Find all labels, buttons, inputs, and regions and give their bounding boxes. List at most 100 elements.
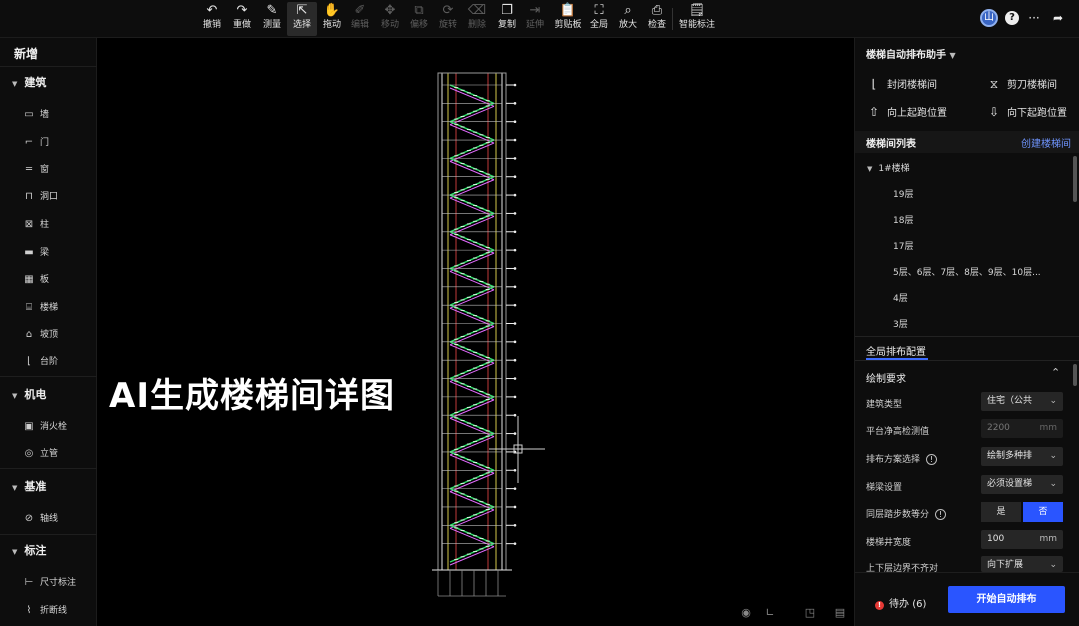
right-panel: 楼梯自动排布助手 ▼ ⌊ 封闭楼梯间 ⧖ 剪刀楼梯间 ⇧ 向上起跑位置 ⇩ 向下起跑位置… xyxy=(854,38,1079,626)
well-width-input[interactable]: 100 mm xyxy=(981,530,1063,549)
top-toolbar: ↶ 撤销 ↷ 重做 ✎ 测量 ⇱ 选择 ✋ 拖动 ✐ 编辑 ✥ 移动 ⧉ 偏移 ⟳ 旋转 ⌫ 删除 … xyxy=(0,0,1079,38)
assistant-title[interactable]: 楼梯自动排布助手 ▼ xyxy=(866,46,956,61)
chevron-down-icon: ⌄ xyxy=(1049,451,1057,461)
chevron-down-icon: ⌄ xyxy=(1049,396,1057,406)
drawing-canvas[interactable]: AI生成楼梯间详图 ◉ ∟ ◳ ▤ xyxy=(97,38,854,626)
info-icon[interactable]: ! xyxy=(935,509,947,520)
arrow-up-icon: ⇧ xyxy=(868,105,880,119)
tree-floor[interactable]: 19层 xyxy=(893,187,913,200)
tool-riser[interactable]: ◎ 立管 xyxy=(22,446,58,459)
smart-dim-icon: 🗒 xyxy=(688,3,706,18)
misalign-select[interactable]: 向下扩展 ⌄ xyxy=(981,556,1063,572)
ortho-icon[interactable]: ∟ xyxy=(761,606,779,622)
clear-height-input[interactable]: 2200 mm xyxy=(981,419,1063,438)
dimension-icon: ⊢ xyxy=(24,577,34,588)
tree-floor[interactable]: 3层 xyxy=(893,317,908,330)
scissor-stair-button[interactable]: ⧖ 剪刀楼梯间 xyxy=(987,76,1057,92)
tab-global-config[interactable]: 全局排布配置 xyxy=(866,343,926,358)
inspect-icon: ⎙ xyxy=(651,3,663,18)
section-mep[interactable]: ▼ 机电 xyxy=(12,386,46,402)
building-type-select[interactable]: 住宅（公共 ⌄ xyxy=(981,392,1063,411)
divider xyxy=(0,468,97,469)
inspect-button[interactable]: ⎙ 检查 xyxy=(642,2,672,36)
zoom-icon: ⌕ xyxy=(624,3,632,18)
smart-dimension-button[interactable]: 🗒 智能标注 xyxy=(679,2,715,36)
wall-icon: ▭ xyxy=(24,109,34,120)
caret-down-icon: ▼ xyxy=(12,392,18,400)
door-icon: ⌐ xyxy=(24,137,34,148)
equal-steps-no[interactable]: 否 xyxy=(1023,502,1063,522)
scrollbar[interactable] xyxy=(1073,156,1077,202)
stair-icon: ⌸ xyxy=(26,302,32,313)
breakline-icon: ⌇ xyxy=(26,605,32,616)
closed-stair-button[interactable]: ⌊ 封闭楼梯间 xyxy=(867,76,937,91)
tool-beam[interactable]: ▬ 梁 xyxy=(22,245,49,258)
tool-door[interactable]: ⌐ 门 xyxy=(22,135,49,148)
create-stair-link[interactable]: 创建楼梯间 xyxy=(1021,135,1071,150)
info-icon[interactable]: ! xyxy=(926,454,938,465)
down-start-button[interactable]: ⇩ 向下起跑位置 xyxy=(987,104,1067,119)
copy-icon: ❐ xyxy=(501,3,513,18)
tool-breakline[interactable]: ⌇ 折断线 xyxy=(22,603,67,616)
rotate-icon: ⟳ xyxy=(442,3,454,18)
chevron-down-icon: ▼ xyxy=(949,51,956,60)
panel-footer: ! 待办 (6) 开始自动排布 xyxy=(855,572,1079,626)
equal-steps-yes[interactable]: 是 xyxy=(981,502,1021,522)
edit-icon: ✐ xyxy=(354,3,366,18)
chevron-up-icon[interactable]: ⌃ xyxy=(1051,366,1060,379)
caret-down-icon: ▼ xyxy=(12,548,18,556)
tool-column[interactable]: ⊠ 柱 xyxy=(22,217,49,230)
tool-hydrant[interactable]: ▣ 消火栓 xyxy=(22,419,67,432)
section-annotation[interactable]: ▼ 标注 xyxy=(12,542,46,558)
tool-wall[interactable]: ▭ 墙 xyxy=(22,107,49,120)
up-start-button[interactable]: ⇧ 向上起跑位置 xyxy=(867,104,947,119)
trash-icon: ⌫ xyxy=(467,3,487,18)
layer-icon[interactable]: ▤ xyxy=(831,606,849,622)
tool-axis[interactable]: ⊘ 轴线 xyxy=(22,511,58,524)
tool-window[interactable]: ═ 窗 xyxy=(22,162,49,175)
tool-roof[interactable]: ⌂ 坡顶 xyxy=(22,327,58,340)
section-architecture[interactable]: ▼ 建筑 xyxy=(12,74,46,90)
pencil-icon: ✎ xyxy=(266,3,278,18)
toolbar-divider xyxy=(672,8,673,30)
user-avatar[interactable]: 山 xyxy=(980,9,998,27)
tree-floor[interactable]: 5层、6层、7层、8层、9层、10层... xyxy=(893,265,1041,278)
stair-list-header: 楼梯间列表 创建楼梯间 xyxy=(855,131,1079,153)
todo-button[interactable]: ! 待办 (6) xyxy=(875,595,926,610)
panel-title: 新增 xyxy=(14,47,39,61)
scheme-select[interactable]: 绘制多种排 ⌄ xyxy=(981,447,1063,466)
move-icon: ✥ xyxy=(384,3,396,18)
tree-floor[interactable]: 17层 xyxy=(893,239,913,252)
tool-slab[interactable]: ▦ 板 xyxy=(22,272,49,285)
caret-down-icon: ▼ xyxy=(867,165,873,173)
label-scheme: 排布方案选择! xyxy=(866,452,938,465)
eye-icon[interactable]: ◉ xyxy=(737,606,755,622)
label-beam: 梯梁设置 xyxy=(866,483,903,493)
tool-step[interactable]: ⌊ 台阶 xyxy=(22,354,58,367)
tree-root[interactable]: ▼ 1#楼梯 xyxy=(867,161,910,174)
chevron-down-icon: ⌄ xyxy=(1049,479,1057,489)
section-datum[interactable]: ▼ 基准 xyxy=(12,478,46,494)
scrollbar[interactable] xyxy=(1073,364,1077,386)
start-auto-layout-button[interactable]: 开始自动排布 xyxy=(948,586,1065,613)
more-icon[interactable]: ··· xyxy=(1025,9,1043,27)
tool-opening[interactable]: ⊓ 洞口 xyxy=(22,189,58,202)
snap-icon[interactable]: ◳ xyxy=(801,606,819,622)
step-icon: ⌊ xyxy=(27,356,31,367)
hydrant-icon: ▣ xyxy=(24,421,34,432)
share-icon[interactable]: ➦ xyxy=(1049,9,1067,27)
help-icon[interactable]: ? xyxy=(1005,11,1019,25)
tool-dimension[interactable]: ⊢ 尺寸标注 xyxy=(22,575,76,588)
divider xyxy=(0,534,97,535)
tool-stair[interactable]: ⌸ 楼梯 xyxy=(22,300,58,313)
tree-floor[interactable]: 4层 xyxy=(893,291,908,304)
stair-detail-drawing xyxy=(432,72,545,597)
extend-button[interactable]: ⇥ 延伸 xyxy=(520,2,550,36)
label-well-width: 楼梯井宽度 xyxy=(866,538,912,548)
group-title: 绘制要求 xyxy=(866,374,906,385)
beam-icon: ▬ xyxy=(24,247,34,258)
beam-select[interactable]: 必须设置梯 ⌄ xyxy=(981,475,1063,494)
tree-floor[interactable]: 18层 xyxy=(893,213,913,226)
left-panel: 新增 ▼ 建筑 ▭ 墙 ⌐ 门 ═ 窗 ⊓ 洞口 ⊠ 柱 ▬ 梁 ▦ 板 ⌸ 楼梯 ⌂ 坡顶 ⌊ 台阶… xyxy=(0,38,97,626)
divider xyxy=(0,66,97,67)
